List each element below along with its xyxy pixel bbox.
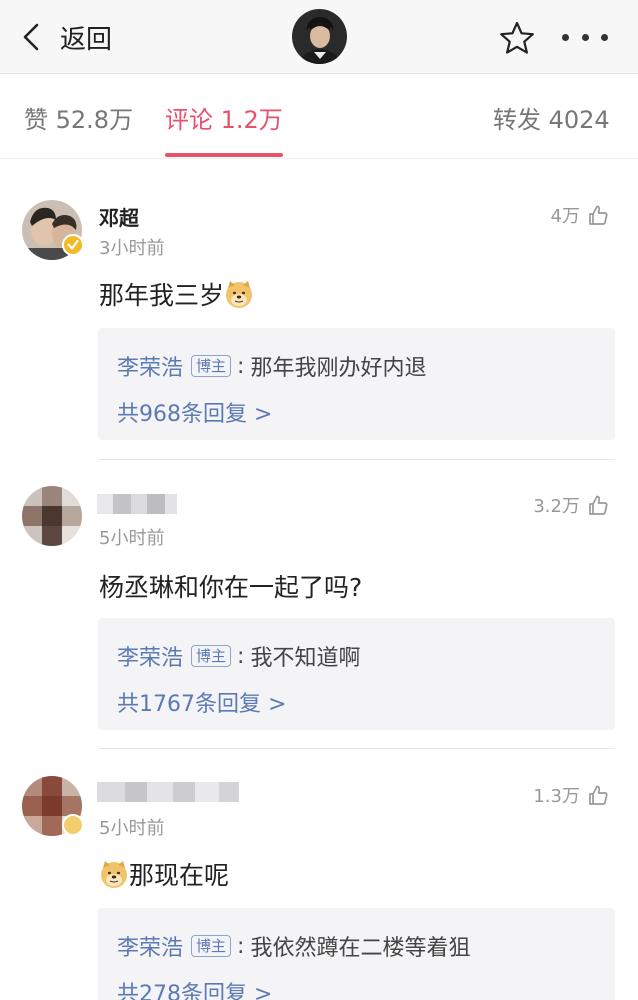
comment-time: 5小时前 bbox=[99, 528, 165, 549]
thumbs-up-icon bbox=[589, 205, 608, 225]
comment-text: 那年我三岁 bbox=[99, 276, 254, 312]
tab-comments[interactable]: 评论 1.2万 bbox=[165, 100, 283, 135]
commenter-avatar[interactable] bbox=[22, 486, 82, 546]
back-button[interactable]: 返回 bbox=[20, 18, 112, 56]
reply-author[interactable]: 李荣浩 bbox=[117, 930, 183, 962]
comment-divider bbox=[98, 459, 615, 460]
more-dot-icon bbox=[581, 33, 589, 41]
tab-reposts[interactable]: 转发 4024 bbox=[493, 100, 610, 135]
like-count: 4万 bbox=[550, 206, 580, 227]
comment-text: 那现在呢 bbox=[99, 856, 229, 892]
doge-emoji-icon bbox=[101, 861, 127, 888]
back-label: 返回 bbox=[60, 24, 113, 55]
like-button[interactable]: 4万 bbox=[551, 202, 610, 228]
view-replies-link[interactable]: 共278条回复 > bbox=[117, 976, 272, 1000]
reply-preview-line: 李荣浩 博主 : 我依然蹲在二楼等着狙 bbox=[117, 930, 470, 962]
stats-tab-bar: 赞 52.8万 评论 1.2万 转发 4024 bbox=[0, 75, 638, 159]
comment-time: 5小时前 bbox=[99, 818, 165, 839]
reply-text: 那年我刚办好内退 bbox=[250, 356, 427, 381]
tab-likes[interactable]: 赞 52.8万 bbox=[24, 100, 133, 135]
view-replies-link[interactable]: 共968条回复 > bbox=[117, 396, 272, 428]
reply-preview-line: 李荣浩 博主 : 我不知道啊 bbox=[117, 640, 360, 672]
thumbs-up-icon bbox=[589, 495, 608, 515]
blogger-badge: 博主 bbox=[191, 355, 232, 377]
comment-time: 3小时前 bbox=[99, 238, 165, 259]
like-count: 1.3万 bbox=[533, 786, 580, 807]
like-button[interactable]: 1.3万 bbox=[533, 782, 610, 808]
favorite-star-icon[interactable] bbox=[498, 19, 536, 57]
blogger-badge: 博主 bbox=[191, 935, 232, 957]
top-nav-bar: 返回 bbox=[0, 0, 638, 74]
reply-colon: : bbox=[237, 933, 245, 959]
thumbs-up-icon bbox=[589, 785, 608, 805]
more-dot-icon bbox=[562, 33, 569, 41]
reply-preview-box[interactable]: 李荣浩 博主 : 我不知道啊 共1767条回复 > bbox=[98, 618, 615, 730]
reply-author[interactable]: 李荣浩 bbox=[117, 350, 183, 382]
reply-preview-line: 李荣浩 博主 : 那年我刚办好内退 bbox=[117, 350, 426, 382]
more-dot-icon bbox=[601, 33, 608, 41]
like-count: 3.2万 bbox=[533, 496, 580, 517]
blogger-avatar[interactable] bbox=[292, 9, 347, 64]
chevron-left-icon bbox=[23, 23, 39, 51]
view-replies-link[interactable]: 共1767条回复 > bbox=[117, 686, 286, 718]
reply-colon: : bbox=[237, 643, 245, 669]
doge-emoji-icon bbox=[226, 281, 253, 308]
commenter-name[interactable]: 邓超 bbox=[99, 202, 139, 231]
reply-preview-box[interactable]: 李荣浩 博主 : 我依然蹲在二楼等着狙 共278条回复 > bbox=[98, 908, 615, 1000]
reply-colon: : bbox=[237, 353, 245, 379]
like-button[interactable]: 3.2万 bbox=[533, 492, 610, 518]
commenter-name-blurred[interactable] bbox=[97, 782, 239, 802]
comment-divider bbox=[98, 748, 615, 749]
reply-text: 我依然蹲在二楼等着狙 bbox=[250, 936, 471, 961]
reply-preview-box[interactable]: 李荣浩 博主 : 那年我刚办好内退 共968条回复 > bbox=[98, 328, 615, 440]
reply-author[interactable]: 李荣浩 bbox=[117, 640, 183, 672]
commenter-name-blurred[interactable] bbox=[97, 494, 177, 514]
reply-text: 我不知道啊 bbox=[250, 646, 361, 671]
comment-text-content: 那年我三岁 bbox=[99, 281, 225, 310]
comment-text-content: 那现在呢 bbox=[129, 861, 230, 890]
verified-badge-icon bbox=[62, 234, 84, 256]
blogger-badge: 博主 bbox=[191, 645, 232, 667]
comment-text: 杨丞琳和你在一起了吗? bbox=[99, 573, 363, 602]
verified-badge-icon bbox=[62, 814, 84, 836]
active-tab-indicator bbox=[165, 153, 283, 157]
more-options-button[interactable] bbox=[562, 22, 608, 52]
